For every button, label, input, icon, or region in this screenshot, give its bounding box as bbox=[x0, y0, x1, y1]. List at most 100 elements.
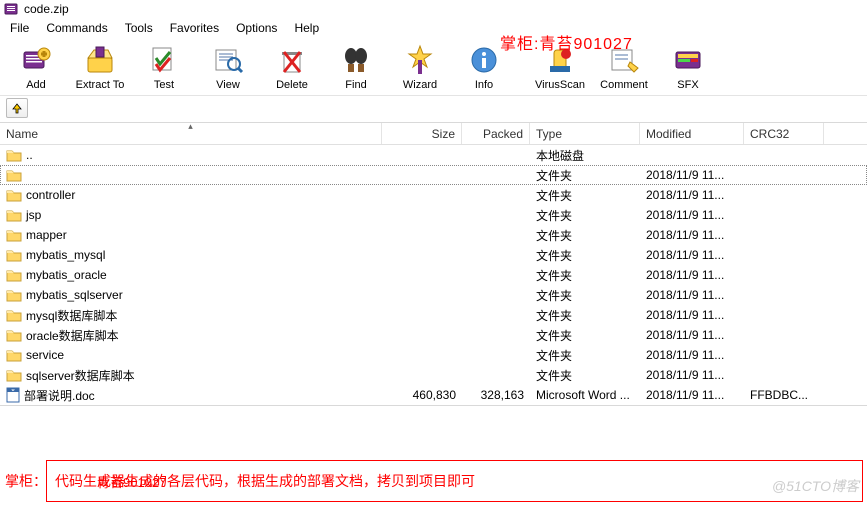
tool-info-label: Info bbox=[475, 79, 493, 91]
table-row[interactable]: service 文件夹2018/11/9 11... bbox=[0, 345, 867, 365]
col-packed[interactable]: Packed bbox=[462, 123, 530, 144]
col-size[interactable]: Size bbox=[382, 123, 462, 144]
svg-text:W: W bbox=[12, 388, 15, 392]
file-name: mybatis_sqlserver bbox=[26, 288, 123, 302]
parent-folder-row[interactable]: ..本地磁盘 bbox=[0, 145, 867, 165]
tool-test[interactable]: Test bbox=[134, 42, 194, 93]
menu-favorites[interactable]: Favorites bbox=[162, 19, 227, 37]
test-icon bbox=[148, 44, 180, 76]
view-icon bbox=[212, 44, 244, 76]
cell-type: 文件夹 bbox=[530, 267, 640, 284]
menu-options[interactable]: Options bbox=[228, 19, 285, 37]
table-row[interactable]: jsp文件夹2018/11/9 11... bbox=[0, 205, 867, 225]
cell-modified: 2018/11/9 11... bbox=[640, 268, 744, 282]
cell-name: W部署说明.doc bbox=[0, 387, 382, 404]
address-bar bbox=[0, 96, 867, 122]
tool-view[interactable]: View bbox=[198, 42, 258, 93]
tool-sfx-label: SFX bbox=[677, 79, 698, 91]
col-name[interactable]: ▴Name bbox=[0, 123, 382, 144]
tool-comment-label: Comment bbox=[600, 79, 648, 91]
menu-file[interactable]: File bbox=[2, 19, 37, 37]
cell-type: 文件夹 bbox=[530, 367, 640, 384]
cell-type: 文件夹 bbox=[530, 167, 640, 184]
cell-modified: 2018/11/9 11... bbox=[640, 228, 744, 242]
file-name: mapper bbox=[26, 228, 67, 242]
cell-name: sqlserver数据库脚本 bbox=[0, 367, 382, 384]
annotation-box: 掌柜： 青苔901027 代码生成器生成的各层代码，根据生成的部署文档，拷贝到项… bbox=[46, 460, 863, 502]
tool-add-label: Add bbox=[26, 79, 46, 91]
folder-icon bbox=[6, 168, 22, 182]
find-icon bbox=[340, 44, 372, 76]
table-row[interactable]: mybatis_oracle 文件夹2018/11/9 11... bbox=[0, 265, 867, 285]
table-row[interactable]: 文件夹2018/11/9 11... bbox=[0, 165, 867, 185]
col-crc[interactable]: CRC32 bbox=[744, 123, 824, 144]
cell-modified: 2018/11/9 11... bbox=[640, 248, 744, 262]
table-row[interactable]: controller文件夹2018/11/9 11... bbox=[0, 185, 867, 205]
file-name: jsp bbox=[26, 208, 41, 222]
col-modified[interactable]: Modified bbox=[640, 123, 744, 144]
cell-name: mysql数据库脚本 bbox=[0, 307, 382, 324]
tool-wizard[interactable]: Wizard bbox=[390, 42, 450, 93]
file-name: service bbox=[26, 348, 64, 362]
table-row[interactable]: mybatis_sqlserver文件夹2018/11/9 11... bbox=[0, 285, 867, 305]
tool-wizard-label: Wizard bbox=[403, 79, 437, 91]
tool-add[interactable]: Add bbox=[6, 42, 66, 93]
file-name: mysql数据库脚本 bbox=[26, 307, 117, 324]
table-row[interactable]: oracle数据库脚本文件夹2018/11/9 11... bbox=[0, 325, 867, 345]
tool-extract[interactable]: Extract To bbox=[70, 42, 130, 93]
menu-commands[interactable]: Commands bbox=[38, 19, 115, 37]
tool-delete[interactable]: Delete bbox=[262, 42, 322, 93]
folder-icon bbox=[6, 228, 22, 242]
cell-type: 文件夹 bbox=[530, 187, 640, 204]
file-name: mybatis_oracle bbox=[26, 268, 107, 282]
cell-name: oracle数据库脚本 bbox=[0, 327, 382, 344]
menu-tools[interactable]: Tools bbox=[117, 19, 161, 37]
folder-icon bbox=[6, 148, 22, 162]
tool-sfx[interactable]: SFX bbox=[658, 42, 718, 93]
table-row[interactable]: mysql数据库脚本文件夹2018/11/9 11... bbox=[0, 305, 867, 325]
tool-find-label: Find bbox=[345, 79, 366, 91]
cell-type: 文件夹 bbox=[530, 347, 640, 364]
wizard-icon bbox=[404, 44, 436, 76]
table-row[interactable]: mapper文件夹2018/11/9 11... bbox=[0, 225, 867, 245]
folder-icon bbox=[6, 208, 22, 222]
cell-modified: 2018/11/9 11... bbox=[640, 168, 744, 182]
cell-modified: 2018/11/9 11... bbox=[640, 348, 744, 362]
cell-name: mybatis_mysql bbox=[0, 248, 382, 262]
file-name: sqlserver数据库脚本 bbox=[26, 367, 135, 384]
menu-help[interactable]: Help bbox=[286, 19, 327, 37]
table-row[interactable]: sqlserver数据库脚本 文件夹2018/11/9 11... bbox=[0, 365, 867, 385]
tool-delete-label: Delete bbox=[276, 79, 308, 91]
cell-name: mapper bbox=[0, 228, 382, 242]
cell-name: jsp bbox=[0, 208, 382, 222]
footer-annotation: 掌柜： 青苔901027 代码生成器生成的各层代码，根据生成的部署文档，拷贝到项… bbox=[4, 460, 863, 502]
add-icon bbox=[20, 44, 52, 76]
up-button[interactable] bbox=[6, 98, 28, 118]
cell-modified: 2018/11/9 11... bbox=[640, 328, 744, 342]
document-icon: W bbox=[6, 387, 20, 403]
file-name: mybatis_mysql bbox=[26, 248, 105, 262]
folder-icon bbox=[6, 348, 22, 362]
annotation-overlay-text: 青苔901027 bbox=[97, 472, 166, 491]
cell-type: 文件夹 bbox=[530, 307, 640, 324]
cell-modified: 2018/11/9 11... bbox=[640, 368, 744, 382]
cell-modified: 2018/11/9 11... bbox=[640, 388, 744, 402]
column-headers: ▴Name Size Packed Type Modified CRC32 bbox=[0, 123, 867, 145]
cell-name: mybatis_sqlserver bbox=[0, 288, 382, 302]
annotation-top: 掌柜:青苔901027 bbox=[500, 30, 633, 54]
folder-icon bbox=[6, 368, 22, 382]
col-type[interactable]: Type bbox=[530, 123, 640, 144]
file-list: ▴Name Size Packed Type Modified CRC32 ..… bbox=[0, 122, 867, 406]
cell-name: mybatis_oracle bbox=[0, 268, 382, 282]
cell-type: 文件夹 bbox=[530, 287, 640, 304]
table-row[interactable]: mybatis_mysql文件夹2018/11/9 11... bbox=[0, 245, 867, 265]
menubar: File Commands Tools Favorites Options He… bbox=[0, 18, 867, 38]
cell-type: Microsoft Word ... bbox=[530, 388, 640, 402]
table-row[interactable]: W部署说明.doc460,830328,163Microsoft Word ..… bbox=[0, 385, 867, 405]
window-title: code.zip bbox=[24, 2, 69, 16]
cell-modified: 2018/11/9 11... bbox=[640, 208, 744, 222]
folder-icon bbox=[6, 248, 22, 262]
tool-find[interactable]: Find bbox=[326, 42, 386, 93]
tool-extract-label: Extract To bbox=[76, 79, 125, 91]
file-name: .. bbox=[26, 148, 33, 162]
